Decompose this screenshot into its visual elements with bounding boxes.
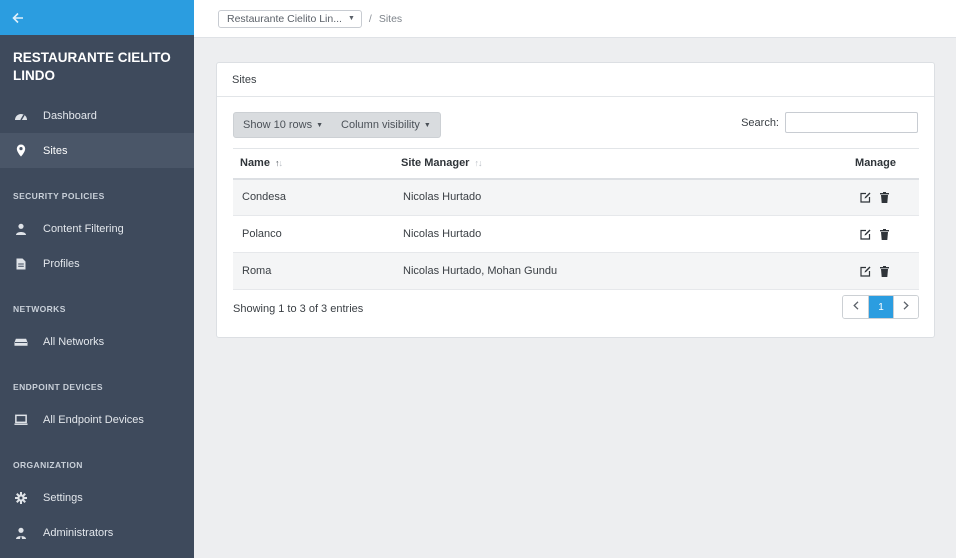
sidebar-item-settings[interactable]: Settings [0,480,194,515]
org-select-value: Restaurante Cielito Lin... [227,12,342,25]
sidebar-item-label: Administrators [43,526,114,539]
cell-manage [755,215,919,253]
cell-manage [755,252,919,290]
sidebar-item-label: Settings [43,491,83,504]
arrow-left-icon [12,12,24,24]
cell-site-manager: Nicolas Hurtado [394,178,756,216]
org-select-dropdown[interactable]: Restaurante Cielito Lin... ▼ [218,9,362,28]
sidebar-item-all-endpoint-devices[interactable]: All Endpoint Devices [0,402,194,437]
column-visibility-label: Column visibility [341,119,420,131]
caret-down-icon: ▼ [423,121,431,129]
breadcrumb-current: Sites [378,12,403,25]
sort-icon: ↑↓ [474,158,482,169]
sidebar: RESTAURANTE CIELITO LINDO Dashboard Site… [0,0,194,558]
cell-name: Roma [233,252,394,290]
sites-card: Sites Show 10 rows ▼ Column visibility ▼… [216,62,935,338]
table-row: Roma Nicolas Hurtado, Mohan Gundu [233,252,919,290]
search-label: Search: [741,116,779,129]
edit-icon[interactable] [860,229,871,240]
chevron-right-icon [903,301,909,313]
edit-icon[interactable] [860,192,871,203]
sidebar-item-all-networks[interactable]: All Networks [0,324,194,359]
table-row: Condesa Nicolas Hurtado [233,178,919,216]
sidebar-item-dashboard[interactable]: Dashboard [0,98,194,133]
cell-site-manager: Nicolas Hurtado, Mohan Gundu [394,252,756,290]
sidebar-item-sites[interactable]: Sites [0,133,194,168]
router-icon [14,335,28,349]
cell-name: Polanco [233,215,394,253]
cell-manage [755,178,919,216]
caret-down-icon: ▼ [316,121,324,129]
column-header-manage: Manage [755,148,919,180]
cell-name: Condesa [233,178,394,216]
pagination: 1 [842,295,919,319]
search-area: Search: [741,112,918,133]
sidebar-item-label: Profiles [43,257,80,270]
sidebar-item-label: Content Filtering [43,222,124,235]
column-header-site-manager[interactable]: Site Manager ↑↓ [394,148,756,180]
map-pin-icon [14,144,28,158]
sites-table: Name ↑↓ Site Manager ↑↓ Manage Condesa Nic… [233,148,919,290]
edit-icon[interactable] [860,266,871,277]
trash-icon[interactable] [880,191,889,203]
breadcrumb-separator: / [368,12,372,25]
back-button[interactable] [0,0,194,35]
cell-site-manager: Nicolas Hurtado [394,215,756,253]
gear-icon [14,491,28,505]
sidebar-item-label: Sites [43,144,68,157]
document-icon [14,257,28,271]
show-rows-button[interactable]: Show 10 rows ▼ [234,113,332,137]
previous-page-button[interactable] [843,296,868,318]
table-header-row: Name ↑↓ Site Manager ↑↓ Manage [233,148,919,180]
sidebar-item-label: Dashboard [43,109,97,122]
sort-icon: ↑↓ [274,158,283,169]
page-1-button[interactable]: 1 [868,296,893,318]
card-title: Sites [217,63,934,97]
table-info: Showing 1 to 3 of 3 entries [233,303,364,315]
sidebar-item-administrators[interactable]: Administrators [0,515,194,550]
next-page-button[interactable] [893,296,918,318]
column-visibility-button[interactable]: Column visibility ▼ [332,113,440,137]
trash-icon[interactable] [880,265,889,277]
table-row: Polanco Nicolas Hurtado [233,215,919,253]
caret-down-icon: ▼ [347,15,355,22]
show-rows-label: Show 10 rows [243,119,313,131]
sidebar-item-profiles[interactable]: Profiles [0,246,194,281]
breadcrumb: Restaurante Cielito Lin... ▼ / Sites [194,0,956,38]
user-icon [14,222,28,236]
sidebar-item-label: All Endpoint Devices [43,413,144,426]
chevron-left-icon [852,301,859,313]
dashboard-icon [14,109,28,123]
admin-user-icon [14,526,28,540]
trash-icon[interactable] [880,228,889,240]
search-input[interactable] [785,112,918,133]
laptop-icon [14,413,28,427]
sidebar-item-label: All Networks [43,335,105,348]
column-header-name[interactable]: Name ↑↓ [233,148,394,180]
table-toolbar: Show 10 rows ▼ Column visibility ▼ [233,112,441,138]
sidebar-item-content-filtering[interactable]: Content Filtering [0,211,194,246]
